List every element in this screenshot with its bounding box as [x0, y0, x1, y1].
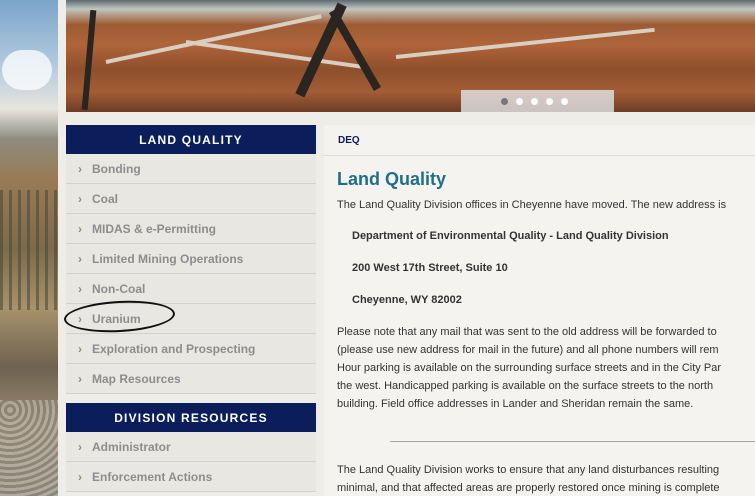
chevron-right-icon: › [78, 191, 82, 206]
chevron-right-icon: › [78, 251, 82, 266]
notice-text: Please note that any mail that was sent … [337, 326, 717, 338]
sidebar-header-division-resources: DIVISION RESOURCES [66, 403, 316, 432]
background-rocks [0, 400, 58, 496]
hero-banner [66, 0, 755, 112]
sidebar-item-administrator[interactable]: › Administrator [66, 432, 316, 462]
sidebar-item-label: Map Resources [92, 371, 181, 386]
carousel-dot-2[interactable] [516, 98, 523, 105]
notice-text: Hour parking is available on the surroun… [337, 362, 721, 374]
sidebar-item-non-coal[interactable]: › Non-Coal [66, 274, 316, 304]
background-cloud [2, 50, 52, 90]
sidebar-item-enforcement-actions[interactable]: › Enforcement Actions [66, 462, 316, 492]
banner-branch [329, 9, 381, 91]
sidebar-item-label: Limited Mining Operations [92, 251, 244, 266]
banner-log [185, 40, 365, 70]
banner-log [395, 27, 655, 59]
carousel-dot-5[interactable] [561, 98, 568, 105]
background-trees [0, 190, 58, 310]
background-landscape [0, 0, 58, 496]
carousel-dot-4[interactable] [546, 98, 553, 105]
breadcrumb-link-deq[interactable]: DEQ [338, 135, 360, 146]
sidebar-list-division-resources: › Administrator › Enforcement Actions [66, 432, 316, 492]
chevron-right-icon: › [78, 469, 82, 484]
address-line: Cheyenne, WY 82002 [352, 294, 462, 306]
chevron-right-icon: › [78, 311, 82, 326]
banner-branch [81, 9, 97, 111]
sidebar-header-land-quality: LAND QUALITY [66, 125, 316, 154]
sidebar-item-map-resources[interactable]: › Map Resources [66, 364, 316, 394]
sidebar-list-land-quality: › Bonding › Coal › MIDAS & e-Permitting › Limit… [63, 154, 316, 394]
mission-text: The Land Quality Division works to ensur… [337, 464, 720, 476]
sidebar-gap [66, 394, 316, 403]
sidebar-item-label: Uranium [92, 311, 141, 326]
address-line: 200 West 17th Street, Suite 10 [352, 262, 508, 274]
sidebar-item-label: Exploration and Prospecting [92, 341, 256, 356]
chevron-right-icon: › [78, 439, 82, 454]
sidebar-item-label: Enforcement Actions [92, 469, 213, 484]
chevron-right-icon: › [78, 281, 82, 296]
site-container: LAND QUALITY › Bonding › Coal › MIDAS & e-Per… [58, 0, 755, 496]
notice-text: (please use new address for mail in the … [337, 344, 719, 356]
carousel-dots [501, 98, 568, 105]
chevron-right-icon: › [78, 161, 82, 176]
chevron-right-icon: › [78, 221, 82, 236]
sidebar-item-midas-and-e-permitting[interactable]: › MIDAS & e-Permitting [66, 214, 316, 244]
chevron-right-icon: › [78, 371, 82, 386]
sidebar-item-label: MIDAS & e-Permitting [92, 221, 217, 236]
breadcrumb: DEQ [324, 125, 755, 156]
content-divider [390, 441, 755, 442]
intro-text: The Land Quality Division offices in Che… [337, 199, 727, 211]
address-line: Department of Environmental Quality - La… [352, 230, 669, 242]
sidebar-item-label: Coal [92, 191, 119, 206]
carousel-dot-3[interactable] [531, 98, 538, 105]
sidebar-item-uranium[interactable]: › Uranium [63, 298, 316, 335]
carousel-controls [461, 90, 614, 112]
sidebar-item-bonding[interactable]: › Bonding [66, 154, 316, 184]
notice-text: the west. Handicapped parking is availab… [337, 380, 714, 392]
chevron-right-icon: › [78, 341, 82, 356]
sidebar-item-limited-mining-operations[interactable]: › Limited Mining Operations [66, 244, 316, 274]
main-content: DEQ Land Quality The Land Quality Divisi… [324, 125, 755, 496]
sidebar-item-label: Non-Coal [92, 281, 146, 296]
sidebar-item-coal[interactable]: › Coal [66, 184, 316, 214]
sidebar: LAND QUALITY › Bonding › Coal › MIDAS & e-Per… [63, 125, 316, 492]
sidebar-item-label: Bonding [92, 161, 141, 176]
sidebar-item-label: Administrator [92, 439, 171, 454]
notice-text: building. Field office addresses in Land… [337, 398, 694, 410]
page-title: Land Quality [337, 169, 447, 189]
carousel-dot-1[interactable] [501, 98, 508, 105]
mission-text: minimal, and that affected areas are pro… [337, 482, 720, 494]
sidebar-item-exploration-and-prospecting[interactable]: › Exploration and Prospecting [66, 334, 316, 364]
